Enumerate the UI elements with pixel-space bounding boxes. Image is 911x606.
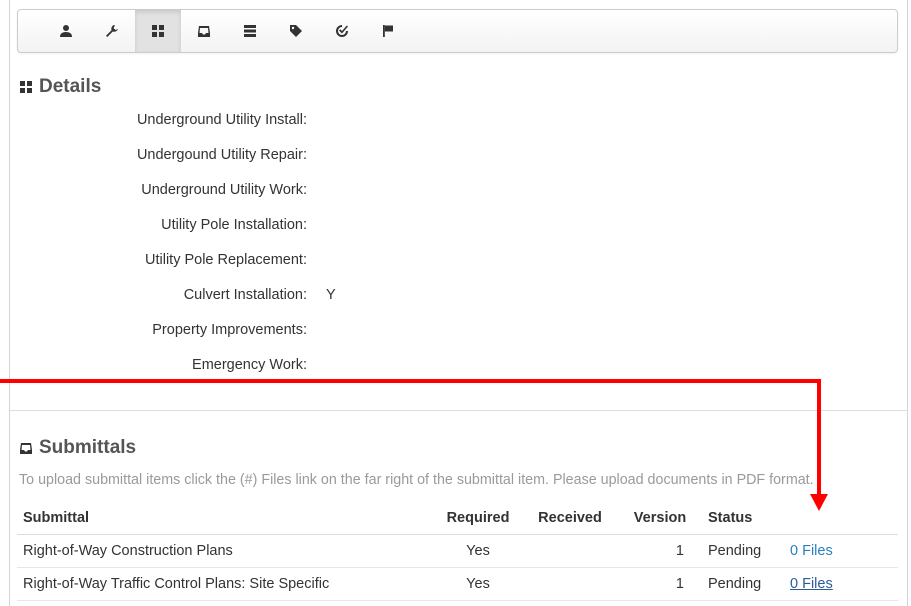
detail-label: Underground Utility Work:: [141, 182, 307, 198]
detail-row: Culvert Installation: Y: [0, 287, 336, 307]
col-required: Required: [434, 502, 522, 535]
detail-row: Utility Pole Installation:: [0, 217, 330, 237]
detail-row: Underground Utility Work:: [0, 182, 330, 202]
received-cell: [522, 534, 618, 568]
user-icon: [60, 25, 72, 37]
detail-label: Undergound Utility Repair:: [136, 147, 307, 163]
col-version: Version: [618, 502, 702, 535]
status-cell: Pending: [702, 567, 784, 601]
check-icon: [336, 25, 348, 37]
submittals-heading: Submittals: [19, 437, 136, 459]
tab-settings[interactable]: [89, 10, 135, 52]
detail-label: Emergency Work:: [192, 357, 307, 373]
grid-icon: [20, 81, 32, 93]
tab-list[interactable]: [227, 10, 273, 52]
tab-tags[interactable]: [273, 10, 319, 52]
detail-row: Property Improvements:: [0, 322, 330, 342]
tab-details[interactable]: [135, 10, 181, 52]
tab-checklist[interactable]: [319, 10, 365, 52]
detail-row: Undergound Utility Repair:: [0, 147, 330, 167]
wrench-icon: [106, 25, 118, 37]
version-cell: 1: [618, 567, 702, 601]
table-row: Right-of-Way Construction Plans Yes 1 Pendi…: [17, 534, 898, 568]
detail-label: Utility Pole Installation:: [161, 217, 307, 233]
col-status: Status: [702, 502, 784, 535]
details-heading: Details: [19, 76, 101, 98]
detail-value: Y: [326, 287, 336, 303]
toolbar: [17, 9, 898, 53]
files-link[interactable]: 0 Files: [790, 576, 833, 592]
grid-icon: [152, 25, 164, 37]
detail-label: Property Improvements:: [152, 322, 307, 338]
detail-row: Utility Pole Replacement:: [0, 252, 330, 272]
details-title: Details: [39, 76, 102, 97]
files-cell: 0 Files: [784, 534, 898, 568]
required-cell: Yes: [434, 534, 522, 568]
tab-user[interactable]: [43, 10, 89, 52]
table-header-row: Submittal Required Received Version Stat…: [17, 502, 898, 535]
col-submittal: Submittal: [17, 502, 434, 535]
section-divider: [10, 410, 907, 411]
col-received: Received: [522, 502, 618, 535]
detail-label: Underground Utility Install:: [136, 112, 307, 128]
inbox-icon: [198, 26, 210, 37]
flag-icon: [383, 25, 393, 37]
tab-flags[interactable]: [365, 10, 411, 52]
detail-label: Utility Pole Replacement:: [145, 252, 307, 268]
required-cell: Yes: [434, 567, 522, 601]
upload-hint: To upload submittal items click the (#) …: [19, 472, 814, 488]
status-cell: Pending: [702, 534, 784, 568]
files-cell: 0 Files: [784, 567, 898, 601]
detail-row: Underground Utility Install:: [0, 112, 330, 132]
table-row: Right-of-Way Traffic Control Plans: Site…: [17, 567, 898, 601]
received-cell: [522, 567, 618, 601]
inbox-icon: [20, 443, 32, 454]
tab-submittals[interactable]: [181, 10, 227, 52]
submittal-name: Right-of-Way Traffic Control Plans: Site…: [17, 567, 434, 601]
submittal-name: Right-of-Way Construction Plans: [17, 534, 434, 568]
submittals-title: Submittals: [39, 437, 137, 458]
list-icon: [244, 25, 256, 37]
col-files: [784, 502, 898, 535]
files-link[interactable]: 0 Files: [790, 543, 833, 559]
submittals-table: Submittal Required Received Version Stat…: [17, 502, 898, 601]
detail-row: Emergency Work:: [0, 357, 330, 377]
detail-label: Culvert Installation:: [183, 287, 307, 303]
version-cell: 1: [618, 534, 702, 568]
tag-icon: [290, 25, 302, 37]
